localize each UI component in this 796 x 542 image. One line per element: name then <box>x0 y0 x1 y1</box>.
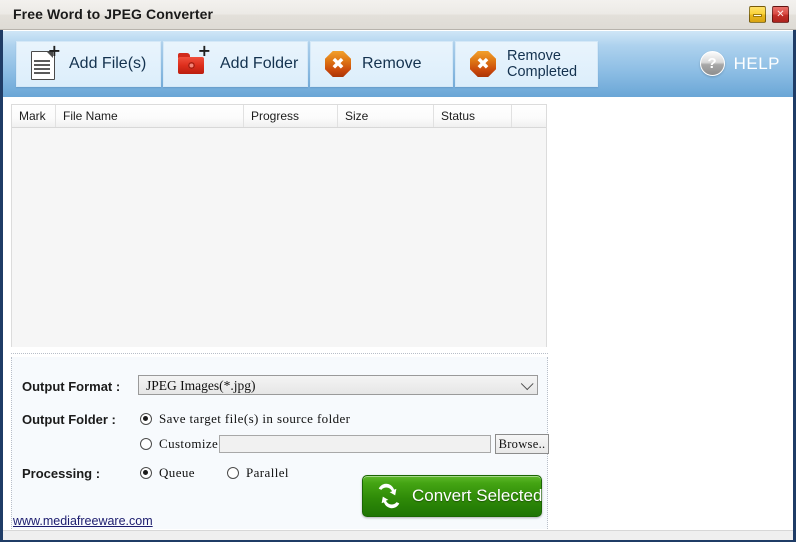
radio-parallel-indicator <box>227 467 239 479</box>
document-add-icon: + <box>31 43 61 80</box>
file-list-header: Mark File Name Progress Size Status <box>12 105 546 128</box>
remove-x-icon: ✖ <box>325 51 351 77</box>
add-files-button[interactable]: + Add File(s) <box>16 41 161 87</box>
column-header-file-name[interactable]: File Name <box>56 105 244 127</box>
title-bar[interactable]: Free Word to JPEG Converter <box>0 0 796 30</box>
add-folder-button[interactable]: + Add Folder <box>163 41 308 87</box>
website-link[interactable]: www.mediafreeware.com <box>13 514 153 528</box>
refresh-arrows-icon <box>376 483 402 509</box>
settings-panel: Output Format : JPEG Images(*.jpg) Outpu… <box>11 357 549 529</box>
folder-add-icon: + <box>178 43 211 79</box>
column-header-progress[interactable]: Progress <box>244 105 338 127</box>
remove-completed-x-icon: ✖ <box>470 51 496 77</box>
status-bar <box>3 530 793 540</box>
column-header-mark[interactable]: Mark <box>12 105 56 127</box>
add-folder-label: Add Folder <box>220 54 299 72</box>
radio-customize[interactable]: Customize <box>140 436 218 452</box>
radio-queue-indicator <box>140 467 152 479</box>
radio-save-in-source-label: Save target file(s) in source folder <box>159 411 351 426</box>
column-header-extra[interactable] <box>512 105 546 127</box>
output-format-select[interactable]: JPEG Images(*.jpg) <box>138 375 538 395</box>
file-list-body[interactable] <box>12 128 546 347</box>
application-window: Free Word to JPEG Converter + Add File(s… <box>0 0 796 542</box>
radio-queue-label: Queue <box>159 465 195 480</box>
processing-label: Processing : <box>22 466 101 481</box>
remove-button[interactable]: ✖ Remove <box>310 41 453 87</box>
close-button[interactable] <box>772 6 789 23</box>
file-list-panel: Mark File Name Progress Size Status <box>11 104 547 347</box>
radio-customize-indicator <box>140 438 152 450</box>
convert-selected-button[interactable]: Convert Selected <box>362 475 542 517</box>
help-label: HELP <box>733 53 780 73</box>
minimize-button[interactable] <box>749 6 766 23</box>
window-controls <box>749 6 789 23</box>
toolbar: + Add File(s) + Add Folder ✖ Remove ✖ Re… <box>3 31 793 97</box>
radio-parallel[interactable]: Parallel <box>227 465 289 481</box>
output-folder-label: Output Folder : <box>22 412 116 427</box>
radio-save-in-source-indicator <box>140 413 152 425</box>
remove-completed-label: Remove Completed <box>507 47 578 80</box>
radio-parallel-label: Parallel <box>246 465 289 480</box>
remove-completed-button[interactable]: ✖ Remove Completed <box>455 41 598 87</box>
column-header-size[interactable]: Size <box>338 105 434 127</box>
help-button[interactable]: HELP <box>699 51 780 76</box>
remove-label: Remove <box>362 54 422 72</box>
panel-divider <box>11 353 548 354</box>
convert-selected-label: Convert Selected <box>412 486 543 505</box>
add-files-label: Add File(s) <box>69 54 147 72</box>
radio-customize-label: Customize <box>159 436 219 451</box>
output-format-label: Output Format : <box>22 379 121 394</box>
output-format-value: JPEG Images(*.jpg) <box>146 378 256 393</box>
chevron-down-icon <box>520 377 534 391</box>
browse-button[interactable]: Browse.. <box>495 434 549 454</box>
radio-queue[interactable]: Queue <box>140 465 195 481</box>
column-header-status[interactable]: Status <box>434 105 512 127</box>
window-title: Free Word to JPEG Converter <box>13 6 214 22</box>
customize-path-input[interactable] <box>219 435 491 453</box>
question-mark-icon <box>699 51 725 76</box>
radio-save-in-source-folder[interactable]: Save target file(s) in source folder <box>140 411 350 427</box>
